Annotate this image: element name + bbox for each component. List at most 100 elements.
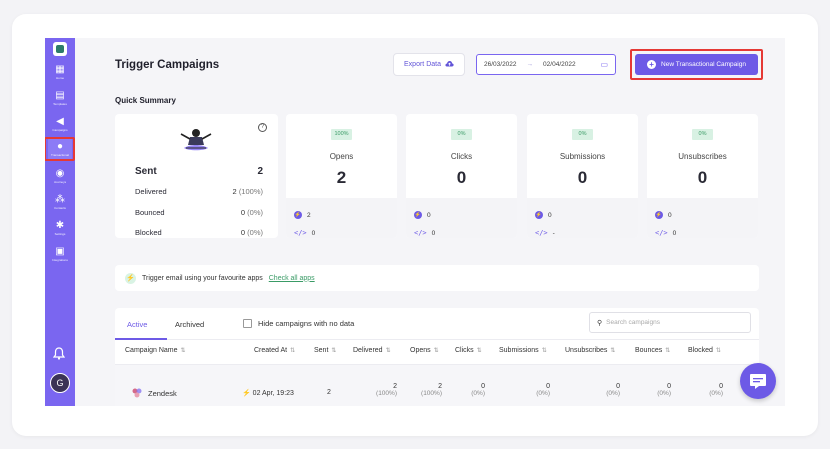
integrations-icon: ▣: [55, 245, 65, 257]
quick-summary-title: Quick Summary: [115, 96, 176, 105]
code-icon: </>: [414, 229, 427, 237]
campaign-name: Zendesk: [148, 388, 177, 398]
unsubscribes-cell: 0 (0%): [606, 383, 620, 397]
unsubscribes-code-count: 0: [672, 229, 677, 237]
unsubscribes-pct-badge: 0%: [692, 129, 713, 140]
export-label: Export Data: [404, 61, 441, 68]
zap-icon: ⚡: [294, 211, 302, 219]
opens-label: Opens: [329, 152, 354, 161]
blocked-value: 0: [240, 228, 246, 237]
sidebar-item-templates[interactable]: ▤ Templates: [48, 86, 72, 110]
highlight-box-sidebar: [45, 137, 75, 161]
delivered-value: 2: [232, 187, 237, 196]
template-icon: ▤: [55, 89, 65, 101]
check-all-apps-link[interactable]: Check all apps: [269, 275, 315, 282]
highlight-box-new-campaign: + New Transactional Campaign: [630, 49, 763, 80]
campaign-name-cell[interactable]: Zendesk: [131, 387, 177, 399]
unsubscribes-label: Unsubscribes: [678, 152, 727, 161]
zap-icon: ⚡: [414, 211, 422, 219]
created-at-cell: ⚡ 02 Apr, 19:23: [242, 390, 294, 397]
campaigns-table-card: Active Archived Hide campaigns with no d…: [115, 308, 759, 406]
unsubscribes-card[interactable]: 0% Unsubscribes 0 ⚡ 0 </> 0: [647, 114, 758, 238]
checkbox[interactable]: [243, 319, 252, 328]
clicks-footer: ⚡ 0 </> 0: [406, 198, 517, 238]
tab-archived[interactable]: Archived: [175, 320, 204, 329]
date-to: 02/04/2022: [543, 61, 576, 68]
sidebar-item-home[interactable]: ▦ Home: [48, 60, 72, 84]
column-header-name[interactable]: Campaign Name ⇅: [125, 347, 186, 354]
submissions-pct-badge: 0%: [572, 129, 593, 140]
column-header-sent[interactable]: Sent ⇅: [314, 347, 336, 354]
column-header-delivered[interactable]: Delivered ⇅: [353, 347, 391, 354]
sidebar-item-journeys[interactable]: ◉ Journeys: [48, 164, 72, 188]
sidebar-item-settings[interactable]: ✱ Settings: [48, 216, 72, 240]
column-header-unsubscribes[interactable]: Unsubscribes ⇅: [565, 347, 615, 354]
column-header-created[interactable]: Created At ⇅: [254, 347, 295, 354]
column-header-opens[interactable]: Opens ⇅: [410, 347, 439, 354]
export-data-button[interactable]: Export Data: [393, 53, 465, 76]
avatar[interactable]: G: [50, 373, 70, 393]
delivered-pct: (100%): [238, 187, 263, 196]
bell-icon[interactable]: [52, 347, 66, 363]
sidebar-item-integrations[interactable]: ▣ Integrations: [48, 242, 72, 266]
bounced-label: Bounced: [135, 208, 165, 217]
column-header-blocked[interactable]: Blocked ⇅: [688, 347, 721, 354]
unsubscribes-footer: ⚡ 0 </> 0: [647, 198, 758, 238]
submissions-value: 0: [577, 168, 588, 187]
sent-value: 2: [257, 166, 263, 177]
submissions-cell: 0 (0%): [536, 383, 550, 397]
new-transactional-campaign-button[interactable]: + New Transactional Campaign: [635, 54, 758, 75]
sidebar-item-label: Templates: [53, 101, 67, 106]
clicks-pct-badge: 0%: [451, 129, 472, 140]
column-header-submissions[interactable]: Submissions ⇅: [499, 347, 547, 354]
delivered-label: Delivered: [135, 187, 167, 196]
sidebar-item-label: Home: [55, 75, 64, 80]
sidebar-item-campaigns[interactable]: ◀ Campaigns: [48, 112, 72, 136]
opens-pct-badge: 100%: [331, 129, 352, 140]
chat-icon: [750, 374, 766, 389]
app-screen: ▦ Home ▤ Templates ◀ Campaigns ● Transac…: [45, 38, 785, 406]
page-title: Trigger Campaigns: [115, 59, 220, 71]
zap-icon: ⚡: [655, 211, 663, 219]
clicks-card[interactable]: 0% Clicks 0 ⚡ 0 </> 0: [406, 114, 517, 238]
sidebar-item-contacts[interactable]: ⁂ Contacts: [48, 190, 72, 214]
bounces-cell: 0 (0%): [657, 383, 671, 397]
blocked-cell: 0 (0%): [709, 383, 723, 397]
tab-active[interactable]: Active: [127, 320, 147, 329]
logo[interactable]: [53, 42, 67, 56]
clicks-cell: 0 (0%): [471, 383, 485, 397]
opens-value: 2: [336, 168, 347, 187]
sidebar-item-label: Contacts: [54, 205, 66, 210]
active-tab-indicator: [115, 338, 167, 340]
date-range-picker[interactable]: 26/03/2022 → 02/04/2022 ▭: [476, 54, 616, 75]
calendar-icon: ▭: [600, 60, 608, 69]
blocked-row: Blocked 0 (0%): [135, 228, 263, 237]
blocked-pct: (0%): [247, 228, 263, 237]
column-header-clicks[interactable]: Clicks ⇅: [455, 347, 482, 354]
submissions-card[interactable]: 0% Submissions 0 ⚡ 0 </> -: [527, 114, 638, 238]
submissions-footer: ⚡ 0 </> -: [527, 198, 638, 238]
help-icon[interactable]: ?: [258, 123, 267, 132]
megaphone-icon: ◀: [56, 115, 64, 127]
hide-no-data-label: Hide campaigns with no data: [258, 319, 355, 328]
cloud-upload-icon: [445, 60, 454, 69]
unsubscribes-value: 0: [697, 168, 708, 187]
opens-footer: ⚡ 2 </> 0: [286, 198, 397, 238]
grid-icon: ▦: [55, 63, 65, 75]
bounced-value: 0: [240, 208, 246, 217]
arrow-right-icon: →: [526, 61, 534, 68]
bounced-row: Bounced 0 (0%): [135, 208, 263, 217]
chat-widget-button[interactable]: [740, 363, 776, 399]
sidebar-item-label: Journeys: [53, 179, 67, 184]
hide-no-data-checkbox[interactable]: Hide campaigns with no data: [243, 319, 354, 328]
bolt-icon: ⚡: [242, 390, 251, 397]
sidebar-item-label: Settings: [54, 231, 66, 236]
opens-code-count: 0: [311, 229, 316, 237]
opens-card[interactable]: 100% Opens 2 ⚡ 2 </> 0: [286, 114, 397, 238]
sent-cell: 2: [327, 389, 331, 396]
zendesk-logo-icon: [132, 388, 142, 398]
column-header-bounces[interactable]: Bounces ⇅: [635, 347, 670, 354]
submissions-zap-count: 0: [548, 211, 552, 219]
search-campaigns-input[interactable]: ⚲ Search campaigns: [589, 312, 751, 333]
trigger-apps-bar: ⚡ Trigger email using your favourite app…: [115, 265, 759, 291]
